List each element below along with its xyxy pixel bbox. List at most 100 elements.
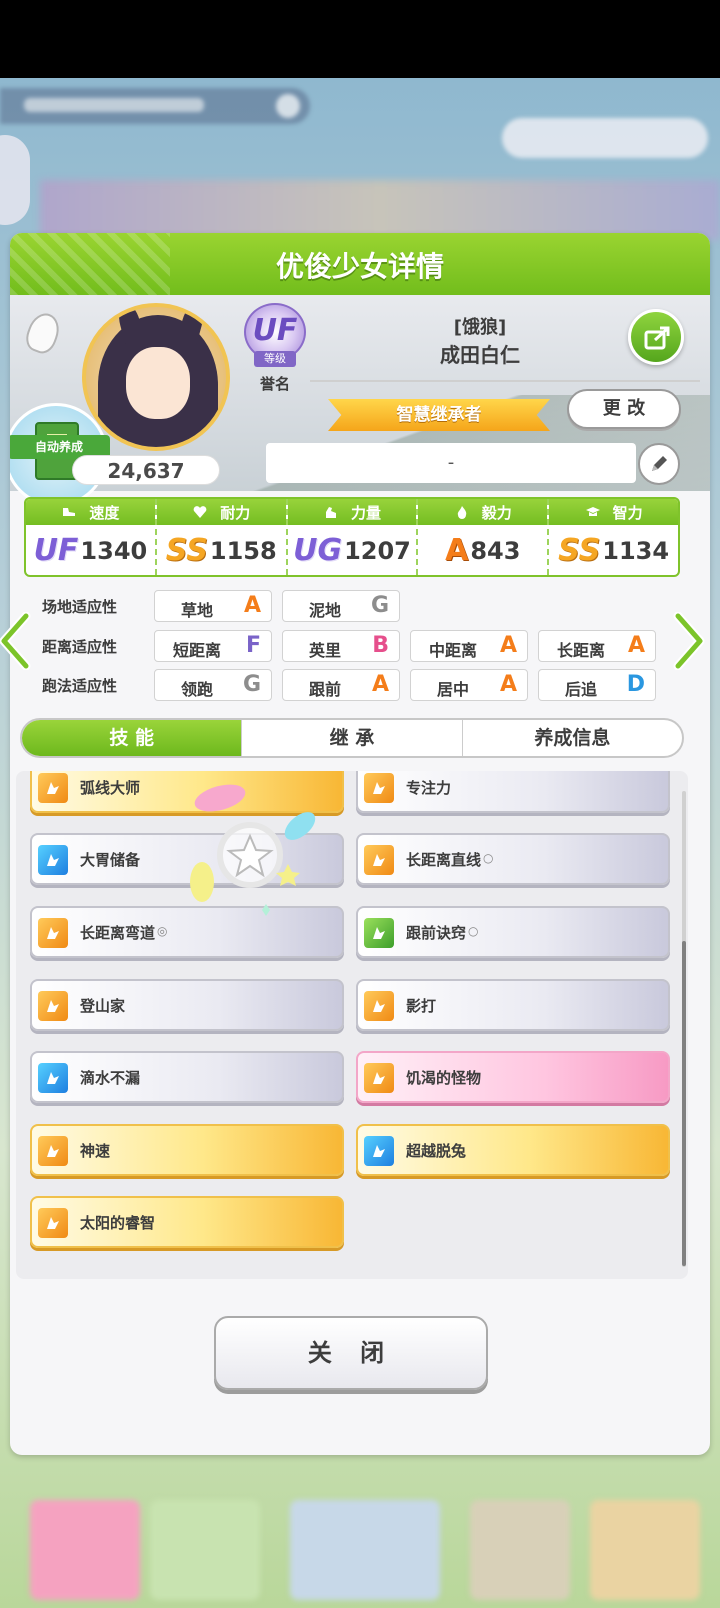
stat-value: 1158	[209, 537, 277, 565]
skill-name: 大胃储备	[80, 851, 141, 869]
apt-cell: 泥地 G	[282, 590, 400, 622]
skill-card[interactable]: 影打	[356, 979, 670, 1031]
skill-card[interactable]: 专注力	[356, 771, 670, 813]
share-button[interactable]	[628, 309, 684, 365]
skill-icon	[38, 1136, 68, 1166]
skill-name: 长距离直线	[406, 851, 482, 869]
apt-grade: F	[245, 633, 261, 658]
apt-cell: 英里 B	[282, 630, 400, 662]
apt-cell: 中距离 A	[410, 630, 528, 662]
apt-name: 中距离	[428, 641, 477, 660]
stat-power: 力量 UG 1207	[287, 499, 419, 575]
skill-name: 太阳的睿智	[80, 1214, 156, 1232]
avatar[interactable]	[82, 303, 230, 451]
skill-card[interactable]: 太阳的睿智	[30, 1196, 344, 1248]
tab-skills[interactable]: 技 能	[22, 720, 243, 756]
skills-list[interactable]: 弧线大师 专注力 大胃储备 长距离直线 ○ 长距离弯道 ◎ 跟前诀窍 ○ 登山家 影打 滴水不漏 饥渴的…	[16, 771, 688, 1279]
apt-name: 短距离	[172, 641, 221, 660]
chevron-right-icon[interactable]	[672, 612, 706, 670]
character-name: 成田白仁	[440, 343, 520, 367]
skill-icon	[38, 1208, 68, 1238]
apt-grade: A	[243, 593, 261, 618]
apt-grade: A	[371, 672, 389, 697]
skill-name: 影打	[406, 997, 437, 1015]
skill-icon	[364, 773, 394, 803]
scrollbar-thumb[interactable]	[682, 941, 686, 1266]
detail-tabs: 技 能 继 承 养成信息	[20, 718, 684, 758]
apt-name: 跟前	[308, 680, 341, 699]
stat-label: 速度	[89, 503, 120, 522]
style-aptitude-row: 跑法适应性 领跑 G 跟前 A 居中 A 后追 D	[10, 669, 710, 701]
skill-name: 滴水不漏	[80, 1069, 141, 1087]
stat-stamina: 耐力 SS 1158	[156, 499, 288, 575]
skill-card[interactable]: 长距离直线 ○	[356, 833, 670, 885]
shoe-icon	[63, 508, 76, 516]
arm-icon	[325, 507, 336, 518]
skill-level-mark: ○	[468, 924, 479, 938]
apt-name: 后追	[564, 680, 597, 699]
skill-name: 超越脱兔	[406, 1142, 467, 1160]
apt-grade: A	[627, 633, 645, 658]
skill-icon	[364, 845, 394, 875]
skill-icon	[364, 1136, 394, 1166]
apt-name: 泥地	[308, 601, 341, 620]
apt-grade: B	[372, 633, 389, 658]
tab-inheritance[interactable]: 继 承	[242, 720, 463, 756]
skill-icon	[38, 991, 68, 1021]
change-button[interactable]: 更 改	[567, 389, 681, 429]
skill-icon	[38, 845, 68, 875]
apt-cell: 草地 A	[154, 590, 272, 622]
uma-detail-dialog: 优俊少女详情 自动养成 24,637 UF 等级 誉名 [饿狼] 成田白仁 智慧…	[10, 233, 710, 1455]
chevron-left-icon[interactable]	[0, 612, 32, 670]
apt-grade: A	[499, 633, 517, 658]
comment-field: -	[266, 443, 636, 483]
skill-card[interactable]: 超越脱兔	[356, 1124, 670, 1176]
stat-value: 843	[470, 537, 521, 565]
scrollbar[interactable]	[682, 791, 686, 1267]
skill-icon	[364, 991, 394, 1021]
skill-card[interactable]: 饥渴的怪物	[356, 1051, 670, 1103]
skill-icon	[38, 1063, 68, 1093]
apt-cell: 长距离 A	[538, 630, 656, 662]
stat-grade: UF	[33, 533, 79, 568]
apt-grade: D	[626, 672, 645, 697]
apt-label: 距离适应性	[42, 638, 118, 656]
apt-label: 场地适应性	[42, 598, 118, 616]
apt-cell: 居中 A	[410, 669, 528, 701]
stat-guts: 毅力 A 843	[418, 499, 550, 575]
apt-label: 跑法适应性	[42, 677, 118, 695]
stat-grade: UG	[293, 533, 343, 568]
stat-grade: SS	[165, 533, 208, 568]
skill-name: 跟前诀窍	[406, 924, 467, 942]
stats-table: 速度 UF 1340 耐力 SS 1158 力量 UG 1207 毅力 A 84…	[24, 497, 680, 577]
skill-name: 神速	[80, 1142, 111, 1160]
stat-label: 智力	[612, 503, 643, 522]
stat-label: 力量	[350, 503, 381, 522]
fan-count: 24,637	[72, 455, 220, 485]
apt-name: 领跑	[180, 680, 213, 699]
skill-name: 饥渴的怪物	[406, 1069, 482, 1087]
stat-label: 毅力	[481, 503, 512, 522]
skill-icon	[364, 1063, 394, 1093]
edit-comment-button[interactable]	[638, 443, 680, 485]
star-sparkle-icon	[190, 784, 316, 916]
stat-label: 耐力	[220, 503, 251, 522]
tab-training-info[interactable]: 养成信息	[463, 720, 682, 756]
skill-card[interactable]: 跟前诀窍 ○	[356, 906, 670, 958]
close-button[interactable]: 关 闭	[214, 1316, 488, 1390]
skill-name: 登山家	[80, 997, 126, 1015]
skill-name: 专注力	[406, 779, 452, 797]
rank-emblem[interactable]: UF 等级	[238, 303, 312, 367]
stat-grade: SS	[558, 533, 601, 568]
skill-icon	[38, 773, 68, 803]
skill-card[interactable]: 神速	[30, 1124, 344, 1176]
apt-grade: G	[370, 593, 389, 618]
skill-icon	[38, 918, 68, 948]
stat-value: 1207	[344, 537, 411, 565]
pencil-icon	[652, 456, 667, 471]
skill-card[interactable]: 登山家	[30, 979, 344, 1031]
apt-grade: G	[242, 672, 261, 697]
apt-name: 居中	[436, 680, 469, 699]
dialog-title: 优俊少女详情	[275, 250, 444, 283]
skill-card[interactable]: 滴水不漏	[30, 1051, 344, 1103]
